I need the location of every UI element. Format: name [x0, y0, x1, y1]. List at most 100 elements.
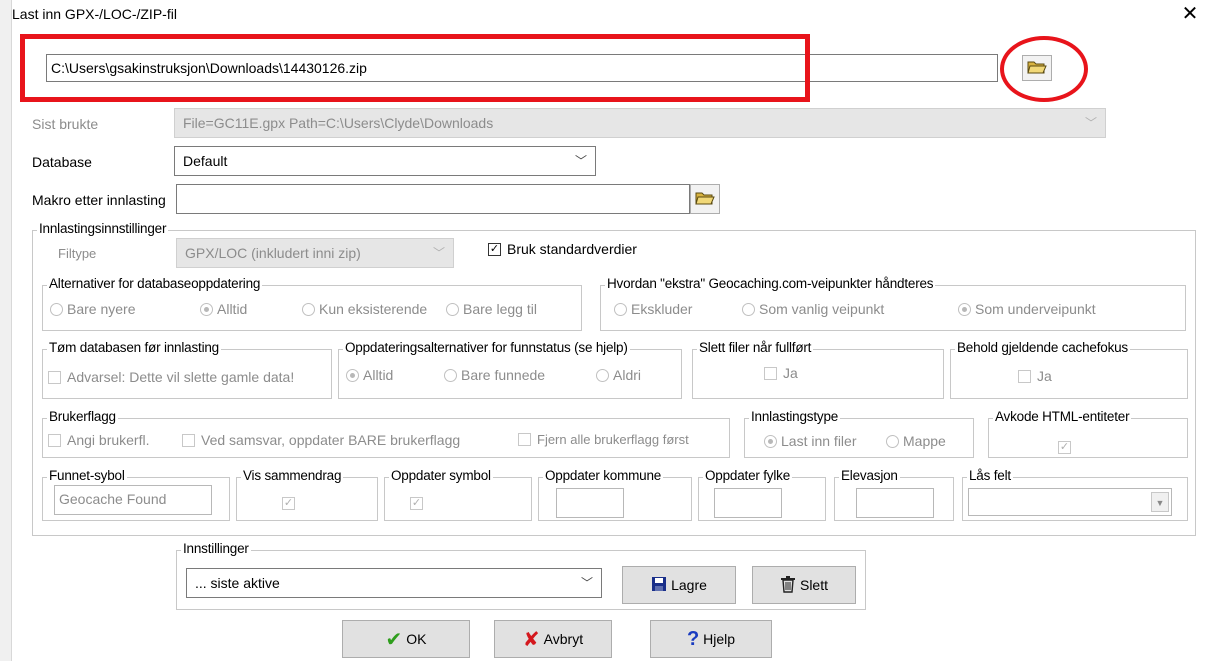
- radio-circle: [886, 434, 899, 448]
- radio-status-bare-funnede[interactable]: Bare funnede: [444, 367, 545, 383]
- filetype-value: GPX/LOC (inkludert inni zip): [185, 245, 361, 261]
- decode-html-group: Avkode HTML-entiteter: [988, 409, 1188, 458]
- checkbox-label: Ja: [783, 365, 798, 381]
- chevron-down-icon: ﹀: [580, 576, 593, 590]
- checkbox-check-icon: ✓: [488, 242, 501, 256]
- elevation-box[interactable]: [856, 488, 934, 518]
- radio-ekskluder[interactable]: Ekskluder: [614, 301, 692, 317]
- radio-circle: [446, 302, 459, 316]
- update-county-title: Oppdater fylke: [703, 468, 792, 483]
- x-cross-icon: ✘: [522, 628, 540, 651]
- help-label: Hjelp: [703, 631, 736, 647]
- checkbox-label: Ved samsvar, oppdater BARE brukerflagg: [201, 432, 461, 448]
- radio-label: Aldri: [613, 367, 642, 383]
- question-mark-icon: ?: [686, 627, 700, 650]
- delete-files-group: Slett filer når fullført: [692, 340, 944, 399]
- remove-all-flags-checkbox[interactable]: Fjern alle brukerflagg først: [518, 432, 689, 447]
- delete-files-checkbox[interactable]: Ja: [764, 365, 798, 381]
- browse-macro-button[interactable]: [690, 184, 720, 214]
- keep-focus-checkbox[interactable]: Ja: [1018, 368, 1052, 384]
- radio-status-alltid[interactable]: Alltid: [346, 367, 393, 383]
- window-title: Last inn GPX-/LOC-/ZIP-fil: [12, 6, 177, 22]
- update-county-box[interactable]: [714, 488, 782, 518]
- found-symbol-input[interactable]: Geocache Found: [54, 485, 212, 515]
- left-edge: [0, 0, 12, 661]
- radio-circle: [596, 368, 609, 382]
- radio-label: Last inn filer: [781, 433, 857, 449]
- chevron-down-icon: ﹀: [432, 246, 445, 260]
- trash-can-icon: [780, 575, 796, 596]
- radio-label: Mappe: [903, 433, 946, 449]
- database-select[interactable]: Default ﹀: [174, 146, 596, 176]
- checkbox-box: [48, 370, 61, 384]
- ok-button[interactable]: ✔ OK: [342, 620, 470, 658]
- dropdown-arrow-icon: ▼: [1151, 492, 1169, 512]
- radio-status-aldri[interactable]: Aldri: [596, 367, 641, 383]
- use-defaults-checkbox[interactable]: ✓ Bruk standardverdier: [488, 241, 637, 257]
- show-summary-checkbox[interactable]: ✓: [282, 497, 295, 510]
- use-defaults-label: Bruk standardverdier: [507, 241, 637, 257]
- checkbox-box: [518, 433, 531, 446]
- radio-kun-eksisterende[interactable]: Kun eksisterende: [302, 301, 427, 317]
- radio-label: Som vanlig veipunkt: [759, 301, 885, 317]
- settings-select[interactable]: ... siste aktive ﹀: [186, 568, 602, 598]
- decode-html-title: Avkode HTML-entiteter: [993, 409, 1132, 424]
- update-symbol-group: Oppdater symbol: [384, 468, 532, 521]
- floppy-disk-icon: [651, 576, 667, 595]
- checkbox-label: Advarsel: Dette vil slette gamle data!: [67, 369, 295, 385]
- settings-title: Innstillinger: [181, 541, 251, 556]
- cancel-button[interactable]: ✘ Avbryt: [494, 620, 612, 658]
- checkbox-label: Ja: [1037, 368, 1052, 384]
- radio-bare-legg-til[interactable]: Bare legg til: [446, 301, 537, 317]
- annotation-red-rectangle: [20, 34, 810, 102]
- radio-circle: [742, 302, 755, 316]
- update-municipality-box[interactable]: [556, 488, 624, 518]
- update-only-flags-checkbox[interactable]: Ved samsvar, oppdater BARE brukerflagg: [182, 432, 460, 448]
- radio-circle: [50, 302, 63, 316]
- recent-files-combo[interactable]: File=GC11E.gpx Path=C:\Users\Clyde\Downl…: [174, 108, 1106, 138]
- user-flags-title: Brukerflagg: [47, 409, 118, 424]
- empty-db-title: Tøm databasen før innlasting: [47, 340, 221, 355]
- radio-circle: [958, 302, 971, 316]
- radio-circle: [346, 368, 359, 382]
- radio-mappe[interactable]: Mappe: [886, 433, 946, 449]
- radio-label: Bare nyere: [67, 301, 136, 317]
- chevron-down-icon: ﹀: [574, 154, 587, 168]
- delete-files-title: Slett filer når fullført: [697, 340, 814, 355]
- radio-label: Bare funnede: [461, 367, 546, 383]
- load-settings-title: Innlastingsinnstillinger: [37, 221, 169, 236]
- delete-settings-button[interactable]: Slett: [752, 566, 856, 604]
- annotation-red-circle: [1000, 36, 1088, 102]
- checkmark-icon: ✔: [385, 628, 403, 651]
- radio-last-inn-filer[interactable]: Last inn filer: [764, 433, 856, 449]
- radio-circle: [444, 368, 457, 382]
- close-icon[interactable]: ✕: [1176, 2, 1204, 26]
- filetype-select[interactable]: GPX/LOC (inkludert inni zip) ﹀: [176, 238, 454, 268]
- macro-label: Makro etter innlasting: [32, 192, 166, 208]
- save-settings-button[interactable]: Lagre: [622, 566, 736, 604]
- set-user-flag-checkbox[interactable]: Angi brukerfl.: [48, 432, 149, 448]
- extra-waypoints-title: Hvordan "ekstra" Geocaching.com-veipunkt…: [605, 276, 936, 291]
- checkbox-box: [1018, 369, 1031, 383]
- empty-db-checkbox[interactable]: Advarsel: Dette vil slette gamle data!: [48, 369, 294, 385]
- radio-alltid[interactable]: Alltid: [200, 301, 247, 317]
- radio-label: Som underveipunkt: [975, 301, 1096, 317]
- radio-som-vanlig-veipunkt[interactable]: Som vanlig veipunkt: [742, 301, 884, 317]
- keep-focus-group: Behold gjeldende cachefokus: [950, 340, 1188, 399]
- macro-input[interactable]: [176, 184, 690, 214]
- checkbox-box: [182, 433, 195, 447]
- save-settings-label: Lagre: [671, 577, 707, 593]
- filetype-label: Filtype: [58, 246, 97, 261]
- update-municipality-title: Oppdater kommune: [543, 468, 664, 483]
- update-symbol-title: Oppdater symbol: [389, 468, 493, 483]
- update-symbol-checkbox[interactable]: ✓: [410, 497, 423, 510]
- radio-label: Alltid: [363, 367, 394, 383]
- radio-som-underveipunkt[interactable]: Som underveipunkt: [958, 301, 1096, 317]
- decode-html-checkbox[interactable]: ✓: [1058, 441, 1071, 454]
- ok-label: OK: [406, 631, 427, 647]
- show-summary-group: Vis sammendrag: [236, 468, 378, 521]
- radio-bare-nyere[interactable]: Bare nyere: [50, 301, 135, 317]
- radio-circle: [200, 302, 213, 316]
- help-button[interactable]: ? Hjelp: [650, 620, 772, 658]
- lock-fields-combo[interactable]: ▼: [968, 488, 1172, 516]
